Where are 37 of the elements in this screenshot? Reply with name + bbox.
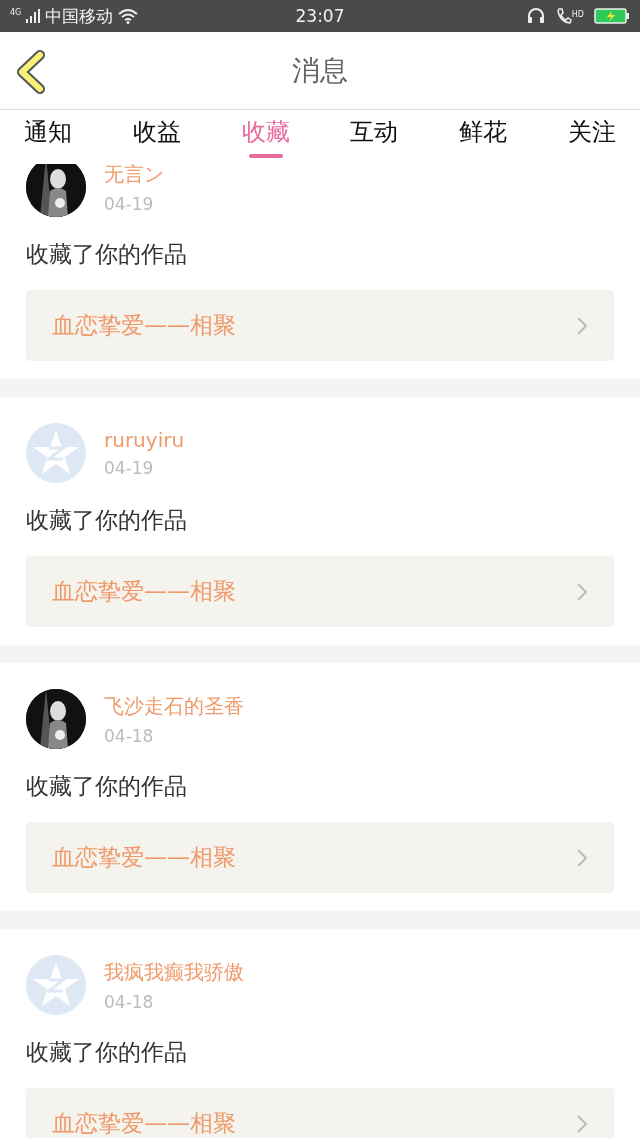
- headset-icon: [525, 7, 546, 25]
- chevron-icon: [576, 847, 588, 868]
- carrier-name: 中国移动: [45, 4, 114, 28]
- user-name[interactable]: ruruyiru: [104, 428, 185, 452]
- chevron-icon: [576, 315, 588, 336]
- network-type: 4G: [10, 8, 22, 17]
- chevron-icon: [576, 581, 588, 602]
- message-text: 收藏了你的作品: [26, 506, 188, 535]
- message-text: 收藏了你的作品: [26, 772, 188, 801]
- message-date: 04-18: [104, 725, 155, 746]
- clock: 23:07: [295, 6, 345, 26]
- user-name[interactable]: 我疯我癫我骄傲: [104, 958, 244, 986]
- message-text: 收藏了你的作品: [26, 240, 188, 269]
- work-link[interactable]: 血恋挚爱——相聚: [26, 290, 614, 361]
- message-date: 04-18: [104, 991, 155, 1012]
- tab[interactable]: 收益: [132, 110, 181, 164]
- hd-label: HD: [571, 11, 584, 19]
- tab[interactable]: 收藏: [241, 110, 290, 164]
- battery-icon: [594, 7, 630, 25]
- chevron-icon: [576, 1113, 588, 1134]
- signal-icon: [25, 8, 42, 24]
- back-icon: [14, 50, 48, 94]
- page-title: 消息: [292, 52, 348, 89]
- work-link[interactable]: 血恋挚爱——相聚: [26, 1088, 614, 1138]
- tab[interactable]: 鲜花: [459, 110, 508, 164]
- wifi-icon: [117, 8, 140, 24]
- user-name[interactable]: 无言ン: [104, 164, 164, 188]
- phone-icon: [555, 7, 572, 25]
- user-name[interactable]: 飞沙走石的圣香: [104, 692, 244, 720]
- tab[interactable]: 互动: [350, 110, 399, 164]
- tab[interactable]: 通知: [24, 110, 72, 164]
- work-link[interactable]: 血恋挚爱——相聚: [26, 822, 614, 893]
- message-text: 收藏了你的作品: [26, 1038, 188, 1067]
- message-date: 04-19: [104, 458, 155, 478]
- message-date: 04-19: [104, 193, 155, 214]
- work-link[interactable]: 血恋挚爱——相聚: [26, 556, 614, 627]
- tab[interactable]: 关注: [568, 110, 616, 164]
